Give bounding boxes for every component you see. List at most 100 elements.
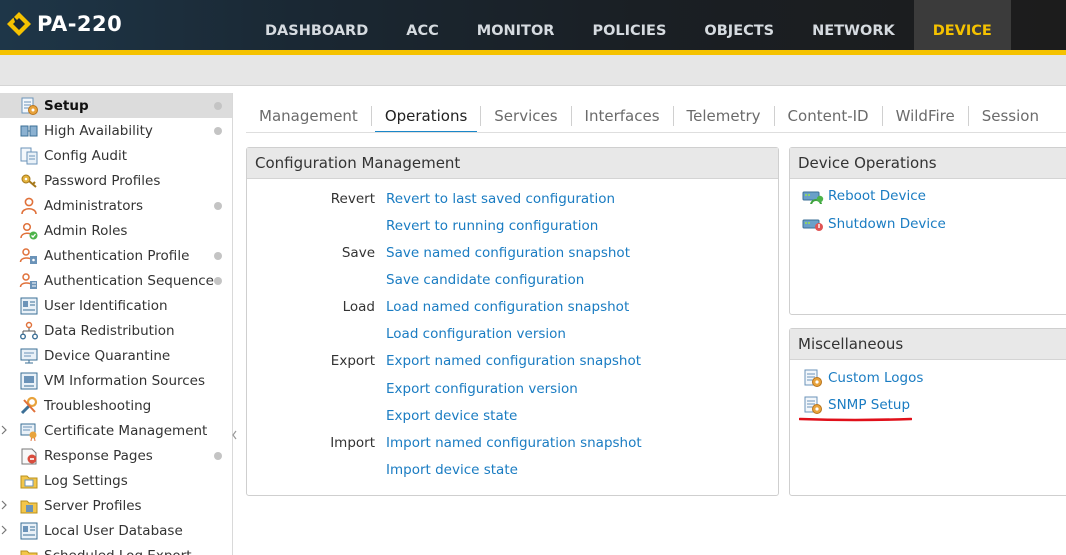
chevron-right-icon[interactable]: [0, 425, 8, 435]
config-category-label: Save: [341, 245, 375, 261]
sidebar-item-config-audit[interactable]: Config Audit: [0, 143, 232, 168]
sidebar-item-troubleshooting[interactable]: Troubleshooting: [0, 393, 232, 418]
nav-item-device[interactable]: DEVICE: [913, 0, 1011, 50]
sidebar-item-label: Authentication Profile: [44, 247, 190, 264]
nav-item-objects[interactable]: OBJECTS: [685, 0, 793, 50]
status-dot: [214, 102, 222, 110]
setup-gear-icon: [18, 96, 39, 116]
shutdown-device-label: Shutdown Device: [828, 216, 946, 232]
panel-title: Configuration Management: [247, 148, 778, 179]
chevron-right-icon[interactable]: [0, 500, 8, 510]
config-action-link[interactable]: Import named configuration snapshot: [386, 435, 642, 451]
config-audit-icon: [18, 146, 39, 166]
sidebar-item-label: Admin Roles: [44, 222, 128, 239]
sidebar-item-label: Administrators: [44, 197, 144, 214]
custom-logos-gear-icon: [802, 369, 824, 387]
snmp-setup-link[interactable]: SNMP Setup: [802, 394, 910, 416]
tab-content-id[interactable]: Content-ID: [775, 100, 882, 132]
sidebar-item-data-redistribution[interactable]: Data Redistribution: [0, 318, 232, 343]
shutdown-device-link[interactable]: Shutdown Device: [802, 213, 946, 235]
chevron-right-icon[interactable]: [0, 525, 8, 535]
nav-item-policies[interactable]: POLICIES: [573, 0, 685, 50]
tab-telemetry[interactable]: Telemetry: [674, 100, 774, 132]
sidebar-item-label: Troubleshooting: [44, 397, 152, 414]
sidebar-item-local-user-database[interactable]: Local User Database: [0, 518, 232, 543]
sidebar-item-scheduled-log-export[interactable]: Scheduled Log Export: [0, 543, 232, 555]
status-dot: [214, 252, 222, 260]
data-redistribution-icon: [18, 321, 39, 341]
sidebar-item-log-settings[interactable]: Log Settings: [0, 468, 232, 493]
sidebar-item-label: Local User Database: [44, 522, 183, 539]
nav-item-acc[interactable]: ACC: [387, 0, 458, 50]
sidebar-item-vm-information-sources[interactable]: VM Information Sources: [0, 368, 232, 393]
config-action-link[interactable]: Save named configuration snapshot: [386, 245, 630, 261]
config-row: Export device state: [247, 406, 780, 426]
administrator-user-icon: [18, 196, 39, 216]
certificate-icon: [18, 421, 39, 441]
config-row: Export Export named configuration snapsho…: [247, 351, 780, 371]
log-settings-icon: [18, 471, 39, 491]
config-action-link[interactable]: Export configuration version: [386, 381, 578, 397]
nav-item-network[interactable]: NETWORK: [793, 0, 914, 50]
paloalto-logo-icon: [7, 12, 31, 36]
sidebar-item-label: User Identification: [44, 297, 168, 314]
local-user-database-icon: [18, 521, 39, 541]
sidebar-item-label: Log Settings: [44, 472, 128, 489]
config-category-label: Revert: [330, 191, 375, 207]
tab-bar-divider: [246, 132, 1066, 133]
sidebar-item-user-identification[interactable]: User Identification: [0, 293, 232, 318]
sidebar-item-label: VM Information Sources: [44, 372, 206, 389]
device-quarantine-icon: [18, 346, 39, 366]
sidebar-collapse-handle[interactable]: [231, 420, 237, 450]
sidebar-item-authentication-sequence[interactable]: Authentication Sequence: [0, 268, 232, 293]
sidebar-item-admin-roles[interactable]: Admin Roles: [0, 218, 232, 243]
config-row: Export configuration version: [247, 379, 780, 399]
sidebar-item-label: Server Profiles: [44, 497, 142, 514]
sidebar-item-label: Device Quarantine: [44, 347, 171, 364]
tab-wildfire[interactable]: WildFire: [883, 100, 968, 132]
response-pages-icon: [18, 446, 39, 466]
config-category-label: Import: [330, 435, 375, 451]
sidebar-item-certificate-management[interactable]: Certificate Management: [0, 418, 232, 443]
sidebar-item-label: Setup: [44, 97, 89, 114]
custom-logos-link[interactable]: Custom Logos: [802, 367, 923, 389]
sidebar-item-device-quarantine[interactable]: Device Quarantine: [0, 343, 232, 368]
nav-item-dashboard[interactable]: DASHBOARD: [246, 0, 387, 50]
config-action-link[interactable]: Revert to last saved configuration: [386, 191, 615, 207]
sidebar-item-setup[interactable]: Setup: [0, 93, 232, 118]
config-action-link[interactable]: Load configuration version: [386, 326, 566, 342]
reboot-device-label: Reboot Device: [828, 188, 926, 204]
config-action-link[interactable]: Save candidate configuration: [386, 272, 584, 288]
snmp-setup-label: SNMP Setup: [828, 397, 911, 413]
config-row: Revert to running configuration: [247, 216, 780, 236]
miscellaneous-panel: Miscellaneous Custom Logos SNMP Setup: [789, 328, 1066, 496]
config-row: Save candidate configuration: [247, 270, 780, 290]
sidebar-item-label: Config Audit: [44, 147, 128, 164]
tab-services[interactable]: Services: [481, 100, 570, 132]
config-action-link[interactable]: Export device state: [386, 408, 517, 424]
config-action-link[interactable]: Import device state: [386, 462, 518, 478]
config-category-label: Export: [330, 353, 375, 369]
sidebar-item-label: High Availability: [44, 122, 153, 139]
sidebar-item-server-profiles[interactable]: Server Profiles: [0, 493, 232, 518]
tab-management[interactable]: Management: [246, 100, 371, 132]
nav-item-monitor[interactable]: MONITOR: [458, 0, 574, 50]
config-action-link[interactable]: Revert to running configuration: [386, 218, 598, 234]
reboot-device-link[interactable]: Reboot Device: [802, 185, 926, 207]
tab-operations[interactable]: Operations: [372, 100, 480, 133]
sidebar-item-authentication-profile[interactable]: Authentication Profile: [0, 243, 232, 268]
sidebar-item-response-pages[interactable]: Response Pages: [0, 443, 232, 468]
panel-title: Miscellaneous: [790, 329, 1066, 360]
tab-session[interactable]: Session: [969, 100, 1052, 132]
sidebar-item-administrators[interactable]: Administrators: [0, 193, 232, 218]
config-row: Import Import named configuration snapsho…: [247, 433, 780, 453]
config-action-link[interactable]: Export named configuration snapshot: [386, 353, 641, 369]
sidebar-item-high-availability[interactable]: High Availability: [0, 118, 232, 143]
config-row: Save Save named configuration snapshot: [247, 243, 780, 263]
tab-interfaces[interactable]: Interfaces: [572, 100, 673, 132]
config-action-link[interactable]: Load named configuration snapshot: [386, 299, 629, 315]
config-row: Load configuration version: [247, 324, 780, 344]
config-row: Revert Revert to last saved configuration: [247, 189, 780, 209]
troubleshooting-wrench-icon: [18, 396, 39, 416]
sidebar-item-password-profiles[interactable]: Password Profiles: [0, 168, 232, 193]
